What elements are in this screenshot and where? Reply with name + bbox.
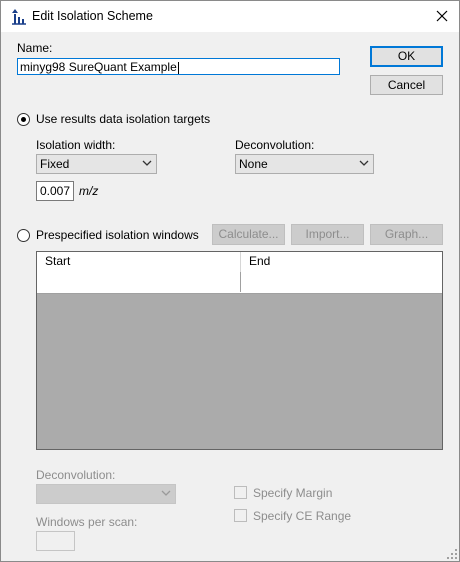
use-results-label[interactable]: Use results data isolation targets <box>36 112 210 126</box>
name-input-value: minyg98 SureQuant Example <box>20 60 177 74</box>
isolation-width-select[interactable]: Fixed <box>36 154 157 174</box>
specify-margin-checkbox[interactable] <box>234 486 247 499</box>
isolation-scheme-icon <box>12 9 26 25</box>
mz-unit-label: m/z <box>79 184 99 198</box>
windows-per-scan-label: Windows per scan: <box>36 515 138 529</box>
name-input[interactable]: minyg98 SureQuant Example <box>17 58 340 75</box>
deconvolution-label-disabled: Deconvolution: <box>36 468 116 482</box>
isolation-width-input[interactable]: 0.007 <box>36 181 74 201</box>
use-results-radio[interactable] <box>17 113 30 126</box>
isolation-width-value: Fixed <box>40 157 70 171</box>
cell-end[interactable] <box>241 272 442 292</box>
deconvolution-value: None <box>239 157 268 171</box>
chevron-down-icon <box>359 160 369 166</box>
cancel-button[interactable]: Cancel <box>370 75 443 95</box>
specify-ce-range-checkbox[interactable] <box>234 509 247 522</box>
ok-button[interactable]: OK <box>370 46 443 67</box>
title-bar: Edit Isolation Scheme <box>1 1 459 32</box>
name-label: Name: <box>17 41 53 55</box>
specify-margin-label[interactable]: Specify Margin <box>253 486 332 500</box>
prespecified-label[interactable]: Prespecified isolation windows <box>36 228 199 242</box>
calculate-button[interactable]: Calculate... <box>212 224 285 245</box>
windows-per-scan-input[interactable] <box>36 531 75 551</box>
specify-ce-range-label[interactable]: Specify CE Range <box>253 509 351 523</box>
import-button[interactable]: Import... <box>291 224 364 245</box>
cell-start[interactable] <box>37 272 241 292</box>
column-header-end[interactable]: End <box>241 252 442 272</box>
deconvolution-select-disabled[interactable] <box>36 484 176 504</box>
prespecified-radio[interactable] <box>17 229 30 242</box>
chevron-down-icon <box>142 160 152 166</box>
graph-button[interactable]: Graph... <box>370 224 443 245</box>
column-header-start[interactable]: Start <box>37 252 241 272</box>
edit-isolation-scheme-dialog: Edit Isolation Scheme Name: minyg98 Sure… <box>0 0 460 562</box>
resize-grip-icon[interactable] <box>447 549 457 559</box>
isolation-width-label: Isolation width: <box>36 138 116 152</box>
deconvolution-label: Deconvolution: <box>235 138 315 152</box>
isolation-windows-grid[interactable]: Start End <box>36 251 443 450</box>
close-button[interactable] <box>431 6 453 26</box>
chevron-down-icon <box>161 490 171 496</box>
close-icon <box>436 10 448 22</box>
table-row[interactable] <box>37 272 442 294</box>
deconvolution-select[interactable]: None <box>235 154 374 174</box>
dialog-title: Edit Isolation Scheme <box>32 9 153 23</box>
grid-header: Start End <box>37 252 442 273</box>
